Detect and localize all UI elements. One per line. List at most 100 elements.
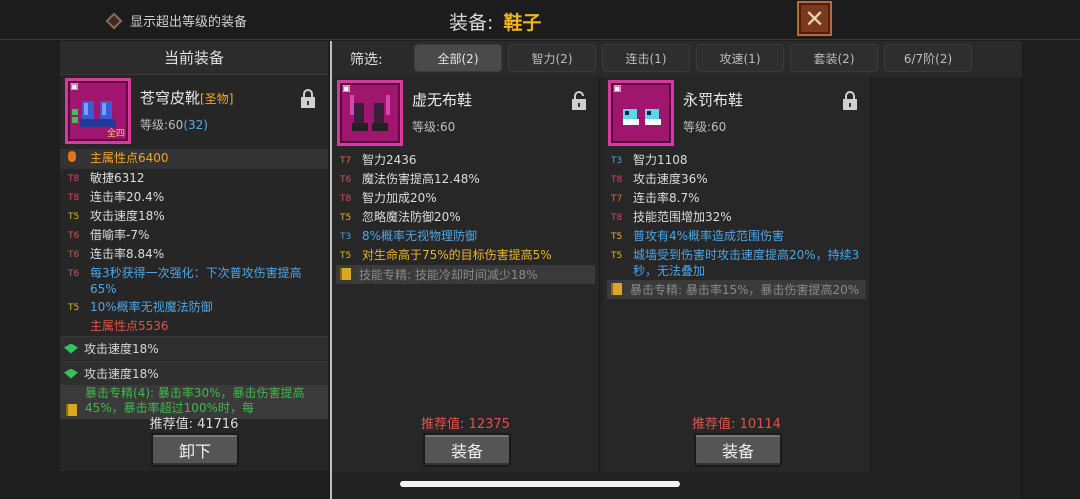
gem-slot[interactable]: 攻击速度18% xyxy=(60,336,328,360)
attr-tier: T5 xyxy=(340,251,352,261)
gem-text: 攻击速度18% xyxy=(84,342,159,356)
attr-row: T3 智力1108 xyxy=(603,151,870,170)
attr-row: T7 智力2436 xyxy=(332,151,599,170)
home-indicator[interactable] xyxy=(400,481,680,487)
attr-text: 智力加成20% xyxy=(362,191,437,205)
attr-tier: T8 xyxy=(340,194,352,204)
item-name-text: 苍穹皮靴 xyxy=(140,89,201,107)
recommend-value: 推荐值: 10114 xyxy=(603,413,870,432)
set-bonus-text: 暴击专精(4): 暴击率30%，暴击伤害提高45%，暴击率超过100%时，每 xyxy=(85,386,305,415)
title-label: 装备: xyxy=(449,12,494,34)
attr-text: 连击率20.4% xyxy=(90,190,165,204)
item-rarity-tag: [圣物] xyxy=(200,92,234,106)
attr-tier: T6 xyxy=(340,175,352,185)
attr-tier: T6 xyxy=(68,250,80,260)
lock-icon[interactable] xyxy=(300,89,316,109)
attr-row: T8 敏捷6312 xyxy=(60,169,328,188)
item-header: ▣ 虚无布鞋 等级:60 xyxy=(332,77,599,151)
filter-label: 筛选: xyxy=(350,52,383,68)
set-bonus: 技能专精: 技能冷却时间减少18% xyxy=(336,265,595,284)
show-over-level-toggle[interactable]: 显示超出等级的装备 xyxy=(105,11,248,30)
attr-row: T8 连击率20.4% xyxy=(60,188,328,207)
attr-tier: T8 xyxy=(611,213,623,223)
tab-all[interactable]: 全部(2) xyxy=(414,44,502,72)
recommend-number: 12375 xyxy=(468,417,510,432)
icon-tag: 全四 xyxy=(106,129,125,139)
attr-tier: T5 xyxy=(611,232,623,242)
attr-tier: T8 xyxy=(68,193,80,203)
item-level: 等级:60 xyxy=(683,120,727,134)
tab-attack-speed[interactable]: 攻速(1) xyxy=(696,44,784,72)
attr-row: T5 城墙受到伤害时攻击速度提高20%，持续3秒，无法叠加 xyxy=(603,246,870,280)
orange-gem-icon xyxy=(64,150,90,168)
toggle-label: 显示超出等级的装备 xyxy=(130,15,248,30)
unequip-button[interactable]: 卸下 xyxy=(151,433,239,467)
attr-text: 主属性点5536 xyxy=(90,319,169,333)
attribute-list: T3 智力1108 T8 攻击速度36% T7 连击率8.7% T8 技能范围增加32%… xyxy=(603,151,870,280)
attr-text: 连击率8.7% xyxy=(633,191,700,205)
level-plus: (32) xyxy=(183,118,208,132)
attr-text: 技能范围增加32% xyxy=(633,210,732,224)
attribute-list: T8 敏捷6312 T8 连击率20.4% T5 攻击速度18% T6 借喻率-7% T… xyxy=(60,169,328,335)
close-button[interactable]: ✕ xyxy=(797,1,832,36)
equip-button[interactable]: 装备 xyxy=(423,433,511,467)
lock-icon[interactable] xyxy=(842,91,858,111)
attr-tier: T7 xyxy=(611,194,623,204)
tab-tier[interactable]: 6/7阶(2) xyxy=(884,44,972,72)
equipment-card[interactable]: ▣ 虚无布鞋 等级:60 T7 智力2436 T6 魔法伤害提高12.48% T8 智… xyxy=(332,77,600,472)
equip-button[interactable]: 装备 xyxy=(694,433,782,467)
boots-icon[interactable]: ▣ 全四 xyxy=(65,78,131,144)
attr-tier: T8 xyxy=(611,175,623,185)
set-bonus-text: 技能专精: 技能冷却时间减少18% xyxy=(359,268,538,282)
attr-tier: T8 xyxy=(68,174,80,184)
attr-row: T5 普攻有4%概率造成范围伤害 xyxy=(603,227,870,246)
diamond-checkbox-icon[interactable] xyxy=(105,12,123,29)
attr-text: 敏捷6312 xyxy=(90,171,145,185)
item-name: 苍穹皮靴[圣物] xyxy=(140,87,233,108)
panel-header: 当前装备 xyxy=(60,41,328,75)
top-bar: 显示超出等级的装备 装备: 鞋子 ✕ xyxy=(0,0,1080,40)
attr-row: T5 对生命高于75%的目标伤害提高5% xyxy=(332,246,599,265)
green-gem-icon xyxy=(64,368,78,379)
attr-row: T6 连击率8.84% xyxy=(60,245,328,264)
attr-text: 借喻率-7% xyxy=(90,228,150,242)
item-level: 等级:60(32) xyxy=(140,116,208,133)
equipment-card[interactable]: ▣ 永罚布鞋 等级:60 T3 智力1108 T8 攻击速度36% T7 连击率8.7… xyxy=(603,77,871,472)
tab-intelligence[interactable]: 智力(2) xyxy=(508,44,596,72)
attr-text: 连击率8.84% xyxy=(90,247,165,261)
book-icon xyxy=(611,283,622,295)
attr-row: T8 智力加成20% xyxy=(332,189,599,208)
attr-row: T7 连击率8.7% xyxy=(603,189,870,208)
attr-row: T6 每3秒获得一次强化：下次普攻伤害提高65% xyxy=(60,264,328,298)
attr-text: 攻击速度36% xyxy=(633,172,708,186)
book-icon xyxy=(340,268,351,280)
attr-tier: T3 xyxy=(611,156,623,166)
attr-text: 10%概率无视魔法防御 xyxy=(90,300,213,314)
attr-tier: T5 xyxy=(68,212,80,222)
attr-tier: T5 xyxy=(68,303,80,313)
attr-text: 8%概率无视物理防御 xyxy=(362,229,478,243)
item-level: 等级:60 xyxy=(412,120,456,134)
gem-text: 攻击速度18% xyxy=(84,367,159,381)
attr-text: 主属性点6400 xyxy=(90,151,169,165)
tab-set[interactable]: 套装(2) xyxy=(790,44,878,72)
current-equipment-panel: 当前装备 ▣ 全四 苍穹皮靴[圣物] 等级:60(32) 主属性点6400 T8… xyxy=(60,41,328,471)
close-icon[interactable]: ✕ xyxy=(804,5,824,33)
boots-icon[interactable]: ▣ xyxy=(337,80,403,146)
recommend-value: 推荐值: 12375 xyxy=(332,413,599,432)
boots-icon[interactable]: ▣ xyxy=(608,80,674,146)
tab-combo[interactable]: 连击(1) xyxy=(602,44,690,72)
attr-text: 忽略魔法防御20% xyxy=(362,210,461,224)
attribute-list: T7 智力2436 T6 魔法伤害提高12.48% T8 智力加成20% T5 忽略魔法… xyxy=(332,151,599,265)
set-bonus: 暴击专精: 暴击率15%，暴击伤害提高20% xyxy=(607,280,866,299)
attr-text: 对生命高于75%的目标伤害提高5% xyxy=(362,248,552,262)
attr-tier: T6 xyxy=(68,269,80,279)
filter-bar: 筛选: 全部(2) 智力(2) 连击(1) 攻速(1) 套装(2) 6/7阶(2… xyxy=(332,41,1022,77)
attr-tier: T6 xyxy=(68,231,80,241)
sub-attribute-row: 主属性点5536 xyxy=(60,317,328,335)
gem-slot[interactable]: 攻击速度18% xyxy=(60,361,328,385)
attr-tier: T3 xyxy=(340,232,352,242)
item-name: 虚无布鞋 xyxy=(412,91,473,109)
unlock-icon[interactable] xyxy=(571,91,587,111)
item-header: ▣ 永罚布鞋 等级:60 xyxy=(603,77,870,151)
